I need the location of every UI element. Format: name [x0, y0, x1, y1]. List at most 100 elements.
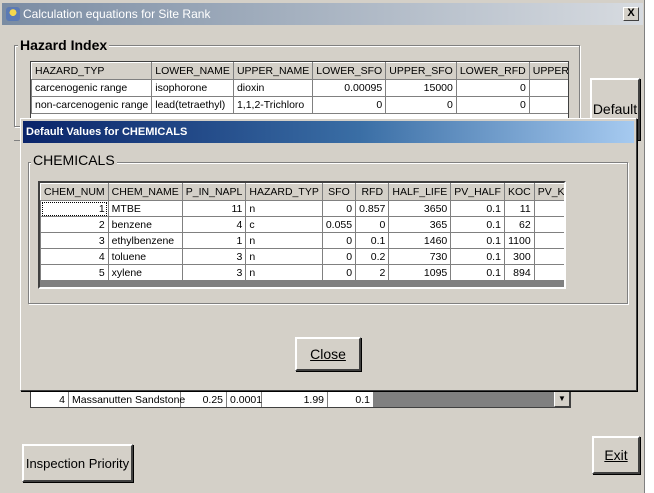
chem-cell[interactable]: 0.1 [355, 232, 390, 249]
chem-cell[interactable]: 0.1 [450, 216, 505, 233]
hazard-cell[interactable]: dioxin [232, 79, 314, 97]
lower-row-num: 4 [31, 392, 69, 407]
hazard-cell[interactable]: 15000 [385, 79, 457, 97]
hazard-cell[interactable]: lead(tetraethyl) [151, 96, 234, 114]
chem-cell[interactable]: toluene [107, 248, 183, 265]
chem-col-header[interactable]: SFO [321, 183, 357, 201]
chem-col-header[interactable]: CHEM_NUM [40, 183, 109, 201]
exit-button[interactable]: Exit [592, 436, 640, 474]
chem-cell[interactable]: 0.1 [450, 264, 505, 281]
chemicals-dialog: Default Values for CHEMICALS CHEMICALS C… [20, 118, 637, 391]
chem-cell[interactable]: 0.1 [533, 216, 564, 233]
chem-cell[interactable]: 0.1 [533, 248, 564, 265]
chem-col-header[interactable]: CHEM_NAME [107, 183, 183, 201]
lower-grid-row[interactable]: 4 Massanutten Sandstone 0.25 0.0001 1.99… [30, 391, 571, 408]
chem-cell[interactable]: 0.1 [533, 200, 564, 217]
hazard-row[interactable]: non-carcenogenic range lead(tetraethyl) 1,… [31, 96, 568, 114]
hazard-cell[interactable]: non-carcenogenic range [31, 96, 153, 114]
close-window-button[interactable]: X [623, 7, 639, 21]
chem-cell[interactable]: n [245, 248, 323, 265]
chem-row[interactable]: 5xylene3n0210950.18940.10 [40, 264, 564, 281]
hazard-col-header[interactable]: UPPER_RFD [528, 62, 568, 80]
hazard-col-header[interactable]: UPPER_SFO [385, 62, 457, 80]
chem-cell[interactable]: ethylbenzene [107, 232, 183, 249]
chem-cell[interactable]: 3 [40, 232, 109, 249]
chem-row[interactable]: 1MTBE11n00.85736500.1110.10 [40, 200, 564, 217]
chem-col-header[interactable]: PV_KOC [533, 183, 564, 201]
chem-cell[interactable]: 0 [355, 216, 390, 233]
hazard-cell[interactable]: 0 [455, 79, 530, 97]
chem-cell[interactable]: 2 [355, 264, 390, 281]
chem-cell[interactable]: 3 [181, 248, 247, 265]
chem-cell[interactable]: benzene [107, 216, 183, 233]
chem-cell[interactable]: 0 [321, 248, 357, 265]
chem-cell[interactable]: 1100 [503, 232, 535, 249]
hazard-cell[interactable]: isophorone [151, 79, 234, 97]
chem-cell[interactable]: n [245, 264, 323, 281]
chemicals-grid[interactable]: CHEM_NUM CHEM_NAME P_IN_NAPL HAZARD_TYP SFO R… [38, 181, 566, 289]
chem-cell[interactable]: 300 [503, 248, 535, 265]
chem-cell[interactable]: c [245, 216, 323, 233]
chem-cell[interactable]: 0.1 [450, 232, 505, 249]
chem-cell[interactable]: MTBE [107, 200, 183, 217]
chem-col-header[interactable]: RFD [355, 183, 390, 201]
chem-cell[interactable]: 365 [388, 216, 452, 233]
chem-col-header[interactable]: HALF_LIFE [388, 183, 452, 201]
chem-cell[interactable]: 0.1 [450, 200, 505, 217]
chem-cell[interactable]: 1 [181, 232, 247, 249]
chem-cell[interactable]: 4 [40, 248, 109, 265]
hazard-col-header[interactable]: LOWER_RFD [455, 62, 530, 80]
chem-cell[interactable]: n [245, 200, 323, 217]
chem-cell[interactable]: 894 [503, 264, 535, 281]
hazard-cell[interactable]: 30 [528, 96, 568, 114]
hazard-cell[interactable]: 0 [312, 96, 387, 114]
hazard-cell[interactable]: 1,1,2-Trichloro [232, 96, 314, 114]
chem-cell[interactable]: n [245, 232, 323, 249]
chem-cell[interactable]: 0 [321, 232, 357, 249]
chem-cell[interactable]: 0 [321, 200, 357, 217]
chem-cell[interactable]: 5 [40, 264, 109, 281]
hazard-col-header[interactable]: LOWER_SFO [312, 62, 387, 80]
chem-cell[interactable]: 730 [388, 248, 452, 265]
chem-col-header[interactable]: KOC [503, 183, 535, 201]
hazard-col-header[interactable]: LOWER_NAME [151, 62, 234, 80]
hazard-cell[interactable]: 0 [528, 79, 568, 97]
hazard-col-header[interactable]: HAZARD_TYP [31, 62, 153, 80]
lower-dropdown-button[interactable]: ▼ [554, 391, 570, 407]
chem-row[interactable]: 4toluene3n00.27300.13000.10 [40, 248, 564, 265]
chem-cell[interactable]: 3 [181, 264, 247, 281]
inspection-priority-button[interactable]: Inspection Priority [22, 444, 133, 482]
chem-cell[interactable]: 0.055 [321, 216, 357, 233]
chem-cell[interactable]: 11 [181, 200, 247, 217]
chem-cell[interactable]: 0.2 [355, 248, 390, 265]
main-titlebar: Calculation equations for Site Rank X [2, 3, 643, 25]
hazard-cell[interactable]: carcenogenic range [31, 79, 153, 97]
chem-row[interactable]: 3ethylbenzene1n00.114600.111000.10 [40, 232, 564, 249]
chem-col-header[interactable]: P_IN_NAPL [181, 183, 247, 201]
chem-cell[interactable]: 0 [321, 264, 357, 281]
hazard-cell[interactable]: 0 [385, 96, 457, 114]
chem-cell[interactable]: 0.1 [533, 232, 564, 249]
chem-cell[interactable]: 1 [40, 200, 109, 217]
hazard-cell[interactable]: 0.00095 [312, 79, 387, 97]
chem-cell[interactable]: 11 [503, 200, 535, 217]
chem-col-header[interactable]: PV_HALF [450, 183, 505, 201]
close-button-label: Close [310, 346, 346, 362]
hazard-col-header[interactable]: UPPER_NAME [232, 62, 314, 80]
hazard-row[interactable]: carcenogenic range isophorone dioxin 0.0009… [31, 79, 568, 97]
chem-cell[interactable]: 1095 [388, 264, 452, 281]
chem-cell[interactable]: 1460 [388, 232, 452, 249]
chem-cell[interactable]: 3650 [388, 200, 452, 217]
chem-row[interactable]: 2benzene4c0.05503650.1620.10 [40, 216, 564, 233]
chem-cell[interactable]: 0.1 [450, 248, 505, 265]
close-dialog-button[interactable]: Close [295, 337, 361, 371]
chem-col-header[interactable]: HAZARD_TYP [245, 183, 323, 201]
hazard-index-grid[interactable]: HAZARD_TYP LOWER_NAME UPPER_NAME LOWER_SFO U… [30, 61, 569, 123]
chem-cell[interactable]: 0.857 [355, 200, 390, 217]
chem-cell[interactable]: 0.1 [533, 264, 564, 281]
hazard-cell[interactable]: 0 [455, 96, 530, 114]
chem-cell[interactable]: 4 [181, 216, 247, 233]
chem-cell[interactable]: xylene [107, 264, 183, 281]
chem-cell[interactable]: 2 [40, 216, 109, 233]
chem-cell[interactable]: 62 [503, 216, 535, 233]
